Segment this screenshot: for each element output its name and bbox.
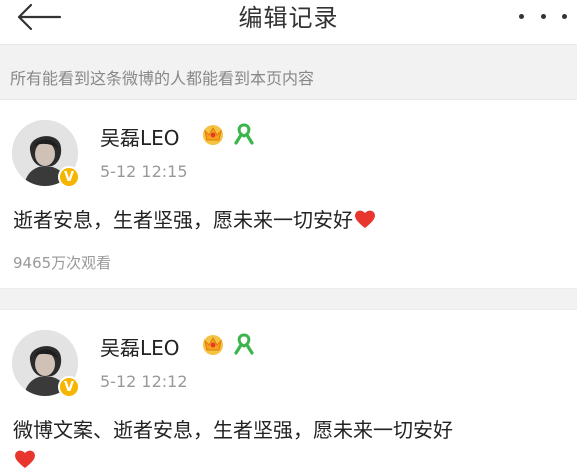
verified-badge: V — [58, 376, 80, 398]
more-button[interactable] — [519, 4, 567, 28]
visibility-notice: 所有能看到这条微博的人都能看到本页内容 — [0, 44, 577, 100]
green-ribbon-icon[interactable] — [232, 332, 256, 356]
top-nav-bar: 编辑记录 — [0, 0, 577, 44]
notice-text: 所有能看到这条微博的人都能看到本页内容 — [10, 69, 315, 88]
post-time: 5-12 12:15 — [100, 162, 188, 181]
user-badges — [200, 122, 256, 146]
post-card[interactable]: V 吴磊LEO 5-12 12:15 逝者安息，生者坚强，愿未来一切安好 946… — [0, 100, 577, 288]
post-text: 微博文案、逝者安息，生者坚强，愿未来一切安好 — [13, 418, 453, 442]
crown-vip-icon[interactable] — [200, 332, 226, 356]
avatar[interactable]: V — [12, 120, 80, 188]
more-dot — [540, 13, 546, 19]
view-count: 9465万次观看 — [13, 254, 112, 272]
verified-badge: V — [58, 166, 80, 188]
username[interactable]: 吴磊LEO — [100, 122, 180, 151]
post-text-content: 逝者安息，生者坚强，愿未来一切安好 — [13, 208, 353, 232]
page-title: 编辑记录 — [238, 4, 339, 32]
user-badges — [200, 332, 256, 356]
more-dots-icon — [519, 13, 524, 19]
post-card[interactable]: V 吴磊LEO 5-12 12:12 微博文案、逝者安息，生者坚强，愿未来一切安… — [0, 310, 577, 473]
heart-emoji-icon — [355, 210, 375, 228]
username[interactable]: 吴磊LEO — [100, 332, 180, 361]
post-time: 5-12 12:12 — [100, 372, 188, 391]
more-dot — [562, 13, 567, 19]
crown-vip-icon[interactable] — [200, 122, 226, 146]
edit-history-page: 编辑记录 所有能看到这条微博的人都能看到本页内容 V 吴磊LEO 5-12 12… — [0, 0, 577, 473]
green-ribbon-icon[interactable] — [232, 122, 256, 146]
heart-emoji-icon — [15, 450, 35, 468]
avatar[interactable]: V — [12, 330, 80, 398]
card-divider — [0, 288, 577, 310]
post-text: 逝者安息，生者坚强，愿未来一切安好 — [13, 204, 377, 233]
